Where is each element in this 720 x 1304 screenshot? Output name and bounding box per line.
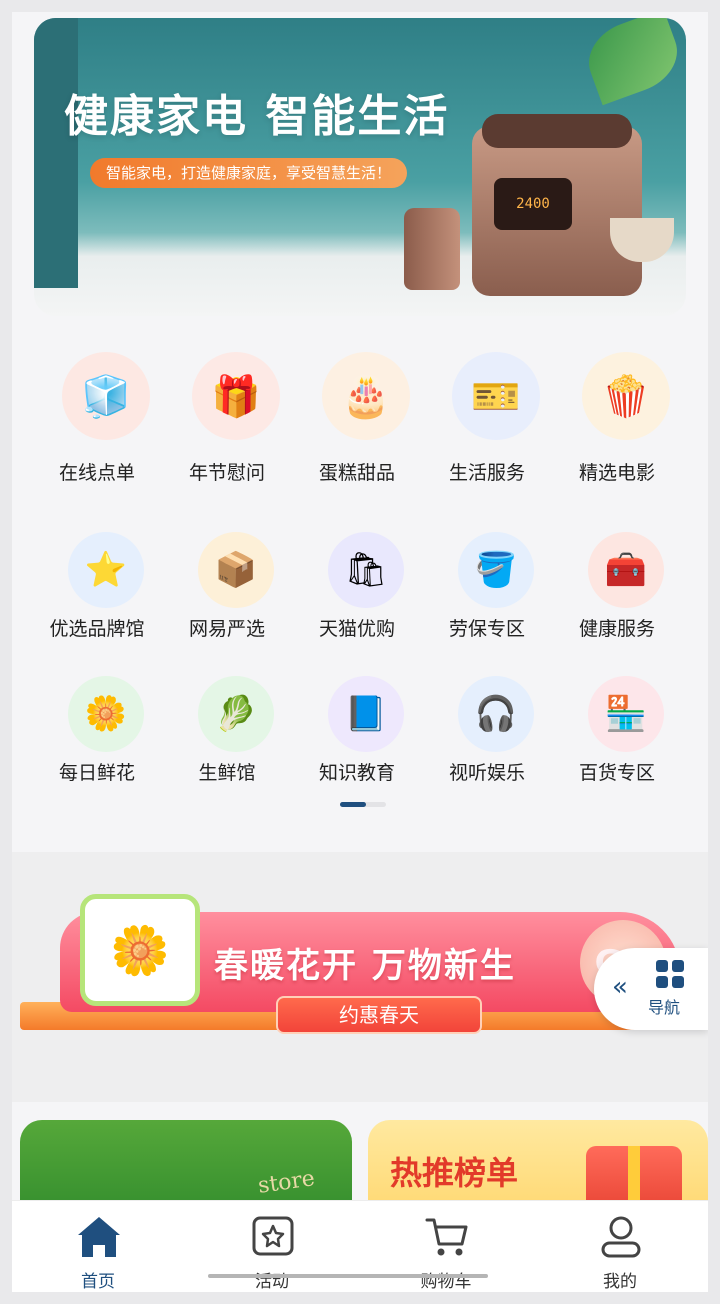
floating-nav-button[interactable]: « 导航 [594,948,708,1030]
grid-item-label: 每日鲜花 [58,762,135,784]
grid-item-movies[interactable]: 🍿 精选电影 [552,342,682,484]
star-badge-icon [252,1216,294,1256]
grid-item-education[interactable]: 📘 知识教育 [292,658,422,788]
store-sign-text: store [256,1166,317,1199]
grid-item-label: 百货专区 [578,762,655,784]
grid-item-label: 优选品牌馆 [49,618,145,640]
hero-banner[interactable]: 健康家电 智能生活 智能家电，打造健康家庭，享受智慧生活！ 2400 [34,18,686,316]
home-indicator [208,1274,488,1278]
grid-item-label: 视听娱乐 [448,762,525,784]
kettle-image [404,208,460,290]
cooker-display: 2400 [494,178,572,230]
home-icon [78,1217,120,1257]
tab-label: 购物车 [420,1272,472,1292]
promo-title: 春暖花开 万物新生 [214,946,516,986]
pressure-cooker-lid [482,114,632,148]
grid-item-fresh-food[interactable]: 🥬 生鲜馆 [162,658,292,788]
promo-subtitle-button[interactable]: 约惠春天 [276,996,482,1034]
shopping-bag-icon: 🛍 [328,532,404,608]
bottom-tab-bar: 首页 活动 购物车 我的 [12,1200,708,1292]
grid-item-label: 在线点单 [58,462,135,484]
grid-item-label: 生活服务 [448,462,525,484]
hot-list-title: 热推榜单 [390,1154,519,1192]
tab-home[interactable]: 首页 [38,1211,158,1292]
grid-item-label: 网易严选 [188,618,265,640]
shopping-cart-icon [425,1218,468,1256]
grid-item-life-services[interactable]: 🎫 生活服务 [422,342,552,484]
palm-leaf-decoration [578,18,686,106]
book-icon: 📘 [328,676,404,752]
tab-profile[interactable]: 我的 [560,1211,680,1292]
floating-nav-label: 导航 [648,998,681,1017]
page-indicator [340,802,386,807]
grid-item-label: 蛋糕甜品 [318,462,395,484]
grid-item-label: 生鲜馆 [198,762,256,784]
grid-item-label: 健康服务 [578,618,655,640]
vegetable-basket-icon: 🥬 [198,676,274,752]
tab-label: 首页 [81,1272,115,1292]
grid-item-label: 天猫优购 [318,618,395,640]
grid-item-brand-hall[interactable]: ⭐ 优选品牌馆 [32,514,162,644]
cake-icon: 🎂 [322,352,410,440]
grid-item-daily-flowers[interactable]: 🌼 每日鲜花 [32,658,162,788]
storefront-icon: 🏪 [588,676,664,752]
hero-wall-decoration [34,18,78,288]
grid-item-cake[interactable]: 🎂 蛋糕甜品 [292,342,422,484]
hero-tagline: 智能家电，打造健康家庭，享受智慧生活！ [90,158,408,188]
grid-item-online-order[interactable]: 🧊 在线点单 [32,342,162,484]
grid-item-label: 年节慰问 [188,462,265,484]
app-screen: 健康家电 智能生活 智能家电，打造健康家庭，享受智慧生活！ 2400 🧊 在线点… [12,12,708,1292]
grid-item-label: 知识教育 [318,762,395,784]
grid-item-department-store[interactable]: 🏪 百货专区 [552,658,682,788]
double-chevron-left-icon: « [612,972,628,1002]
grid-item-label: 精选电影 [578,462,655,484]
fridge-icon: 🧊 [62,352,150,440]
flower-card-icon: 🌼 [80,894,200,1006]
grid-item-tmall[interactable]: 🛍 天猫优购 [292,514,422,644]
page-indicator-active [340,802,366,807]
tab-label: 我的 [603,1272,637,1292]
flower-icon: 🌼 [68,676,144,752]
grid-item-audio-video[interactable]: 🎧 视听娱乐 [422,658,552,788]
tab-label: 活动 [255,1272,289,1292]
grid-icon [656,960,684,988]
cleaning-bucket-icon: 🪣 [458,532,534,608]
grid-item-health-services[interactable]: 🧰 健康服务 [552,514,682,644]
grid-item-labor-protection[interactable]: 🪣 劳保专区 [422,514,552,644]
headphones-icon: 🎧 [458,676,534,752]
grid-item-netease-yanxuan[interactable]: 📦 网易严选 [162,514,292,644]
user-icon [601,1216,641,1258]
gift-basket-icon: 🎁 [192,352,280,440]
hero-title: 健康家电 智能生活 [64,91,450,142]
star-r-icon: ⭐ [68,532,144,608]
coupon-hand-icon: 🎫 [452,352,540,440]
grid-item-label: 劳保专区 [448,618,525,640]
popcorn-icon: 🍿 [582,352,670,440]
grid-item-festival-gifts[interactable]: 🎁 年节慰问 [162,342,292,484]
medical-kit-icon: 🧰 [588,532,664,608]
box-icon: 📦 [198,532,274,608]
